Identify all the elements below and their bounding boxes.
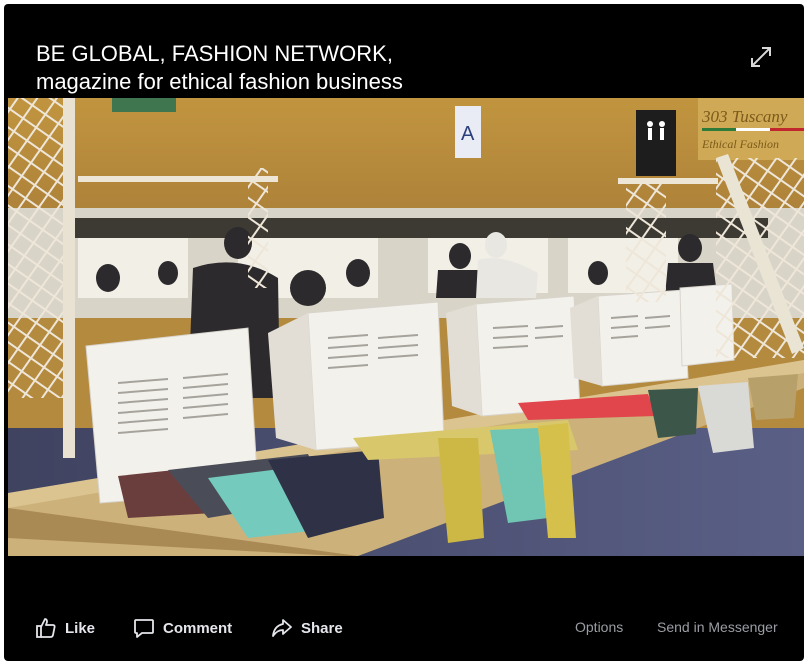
expand-icon[interactable]	[748, 44, 774, 70]
aisle-sign: A	[461, 123, 475, 145]
video-title-line-1: BE GLOBAL, FASHION NETWORK,	[36, 41, 393, 66]
action-bar: Like Comment Share Options Send in Messe…	[4, 604, 804, 648]
video-player[interactable]: BE GLOBAL, FASHION NETWORK, magazine for…	[4, 4, 804, 661]
share-label: Share	[301, 619, 343, 637]
thumbs-up-icon	[34, 616, 58, 640]
like-button[interactable]: Like	[34, 616, 95, 640]
comment-label: Comment	[163, 619, 233, 637]
send-in-messenger-link[interactable]: Send in Messenger	[657, 619, 778, 635]
brand-sign-line-1: 303 Tuscany	[701, 107, 788, 126]
share-icon	[270, 616, 294, 640]
video-frame[interactable]: A 303 Tuscany Ethical Fashion	[8, 98, 804, 556]
comment-button[interactable]: Comment	[132, 616, 232, 640]
brand-sign-line-2: Ethical Fashion	[701, 137, 779, 151]
comment-icon	[132, 616, 156, 640]
options-link[interactable]: Options	[575, 619, 623, 635]
like-label: Like	[65, 619, 96, 637]
video-title: BE GLOBAL, FASHION NETWORK, magazine for…	[36, 40, 556, 96]
video-title-line-2: magazine for ethical fashion business	[36, 69, 403, 94]
share-button[interactable]: Share	[270, 616, 343, 640]
